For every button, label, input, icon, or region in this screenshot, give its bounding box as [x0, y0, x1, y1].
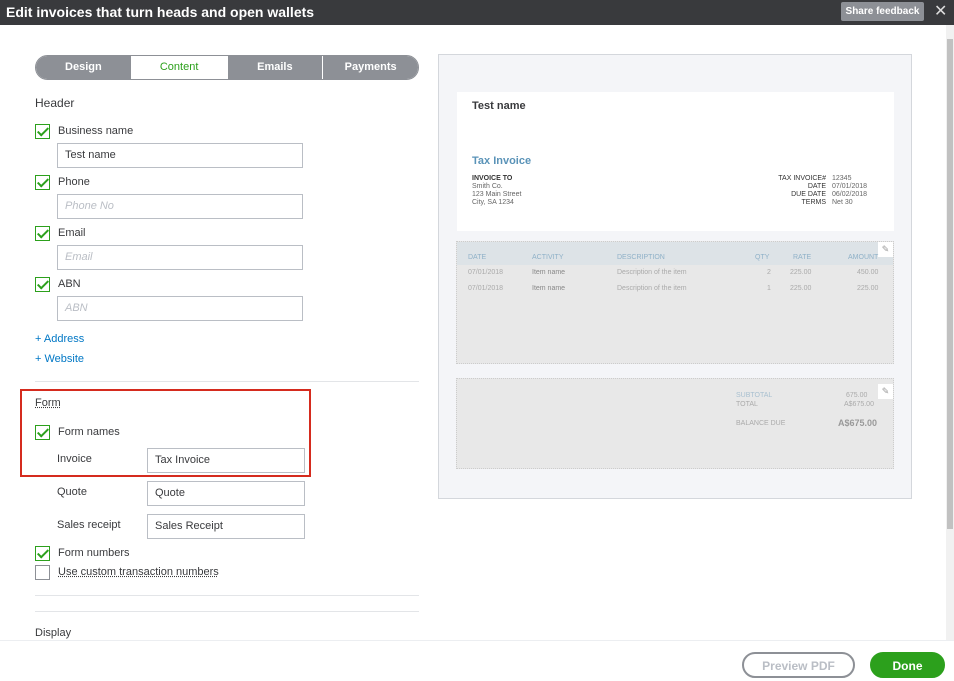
- close-icon[interactable]: ✕: [934, 1, 947, 21]
- meta-label: TAX INVOICE#: [778, 175, 826, 182]
- pencil-icon[interactable]: ✎: [878, 384, 893, 399]
- column-header: DATE: [468, 254, 487, 261]
- invoice-to-label: INVOICE TO: [472, 175, 513, 182]
- column-header: QTY: [755, 254, 770, 261]
- tab-emails[interactable]: Emails: [227, 56, 324, 79]
- form-numbers-label: Form numbers: [58, 547, 130, 559]
- cell: Description of the item: [617, 269, 687, 276]
- abn-checkbox[interactable]: [35, 277, 50, 292]
- footer: Preview PDF Done: [0, 640, 954, 681]
- preview-meta-labels: TAX INVOICE# DATE DUE DATE TERMS: [778, 175, 826, 207]
- add-address-link[interactable]: + Address: [35, 333, 84, 345]
- cell: 225.00: [790, 269, 812, 276]
- quote-label: Quote: [57, 486, 87, 498]
- cell: 07/01/2018: [468, 285, 504, 292]
- totals-block[interactable]: ✎ SUBTOTAL 675.00 TOTAL A$675.00 BALANCE…: [456, 378, 894, 469]
- balance-due-value: A$675.00: [838, 418, 878, 428]
- dialog-title: Edit invoices that turn heads and open w…: [6, 4, 315, 20]
- cell: 225.00: [857, 285, 879, 292]
- preview-form-title: Tax Invoice: [472, 155, 532, 167]
- divider: [35, 595, 419, 596]
- business-name-label: Business name: [58, 125, 134, 137]
- form-names-checkbox[interactable]: [35, 425, 50, 440]
- address-line: 123 Main Street: [472, 191, 522, 198]
- cell: Item name: [532, 285, 566, 292]
- cell: 225.00: [790, 285, 812, 292]
- preview-pdf-button[interactable]: Preview PDF: [742, 652, 855, 678]
- meta-value: 06/02/2018: [832, 191, 868, 198]
- total-label: TOTAL: [736, 401, 758, 408]
- custom-numbers-checkbox[interactable]: [35, 565, 50, 580]
- address-line: Smith Co.: [472, 183, 503, 190]
- divider: [35, 611, 419, 612]
- preview-business-name: Test name: [472, 100, 526, 112]
- email-input[interactable]: Email: [57, 245, 303, 270]
- custom-numbers-label: Use custom transaction numbers: [58, 566, 219, 578]
- business-name-checkbox[interactable]: [35, 124, 50, 139]
- line-items-header: [457, 242, 893, 265]
- header-section-title: Header: [35, 96, 75, 110]
- meta-label: DATE: [807, 183, 826, 190]
- cell: Description of the item: [617, 285, 687, 292]
- column-header: ACTIVITY: [532, 254, 564, 261]
- display-section-title: Display: [35, 627, 72, 639]
- preview-bill-to: INVOICE TO Smith Co. 123 Main Street Cit…: [472, 175, 521, 207]
- meta-label: TERMS: [801, 199, 827, 206]
- quote-name-input[interactable]: Quote: [147, 481, 305, 506]
- line-items-block[interactable]: ✎ DATE ACTIVITY DESCRIPTION QTY RATE AMO…: [456, 241, 894, 364]
- pencil-icon[interactable]: ✎: [878, 242, 893, 257]
- invoice-header-block[interactable]: Test name Tax Invoice INVOICE TO Smith C…: [457, 92, 894, 231]
- total-value: A$675.00: [844, 401, 874, 408]
- column-header: AMOUNT: [848, 254, 879, 261]
- column-header: DESCRIPTION: [617, 254, 665, 261]
- invoice-name-input[interactable]: Tax Invoice: [147, 448, 305, 473]
- business-name-input[interactable]: Test name: [57, 143, 303, 168]
- abn-label: ABN: [58, 278, 81, 290]
- tab-content[interactable]: Content: [131, 56, 228, 79]
- form-names-label: Form names: [58, 426, 120, 438]
- cell: 450.00: [857, 269, 879, 276]
- cell: 07/01/2018: [468, 269, 504, 276]
- phone-checkbox[interactable]: [35, 175, 50, 190]
- phone-label: Phone: [58, 176, 90, 188]
- cell: 2: [767, 269, 771, 276]
- phone-input[interactable]: Phone No: [57, 194, 303, 219]
- meta-value: Net 30: [832, 199, 853, 206]
- share-feedback-button[interactable]: Share feedback: [841, 2, 924, 21]
- meta-value: 12345: [832, 175, 852, 182]
- add-website-link[interactable]: + Website: [35, 353, 84, 365]
- sales-receipt-name-input[interactable]: Sales Receipt: [147, 514, 305, 539]
- subtotal-value: 675.00: [846, 392, 868, 399]
- divider: [35, 381, 419, 382]
- preview-meta-values: 12345 07/01/2018 06/02/2018 Net 30: [832, 175, 867, 207]
- email-checkbox[interactable]: [35, 226, 50, 241]
- email-label: Email: [58, 227, 86, 239]
- done-button[interactable]: Done: [870, 652, 945, 678]
- scrollbar[interactable]: [946, 25, 954, 640]
- tab-payments[interactable]: Payments: [323, 56, 418, 79]
- title-bar: Edit invoices that turn heads and open w…: [0, 0, 954, 25]
- meta-label: DUE DATE: [791, 191, 826, 198]
- invoice-label: Invoice: [57, 453, 92, 465]
- tab-design[interactable]: Design: [36, 56, 132, 79]
- cell: 1: [767, 285, 771, 292]
- form-numbers-checkbox[interactable]: [35, 546, 50, 561]
- invoice-preview: Test name Tax Invoice INVOICE TO Smith C…: [438, 54, 912, 499]
- balance-due-label: BALANCE DUE: [736, 420, 786, 427]
- address-line: City, SA 1234: [472, 199, 514, 206]
- tab-bar: Design Content Emails Payments: [35, 55, 419, 80]
- sales-receipt-label: Sales receipt: [57, 519, 121, 531]
- meta-value: 07/01/2018: [832, 183, 868, 190]
- scrollbar-thumb[interactable]: [947, 39, 953, 529]
- column-header: RATE: [793, 254, 812, 261]
- subtotal-label: SUBTOTAL: [736, 392, 773, 399]
- abn-input[interactable]: ABN: [57, 296, 303, 321]
- cell: Item name: [532, 269, 566, 276]
